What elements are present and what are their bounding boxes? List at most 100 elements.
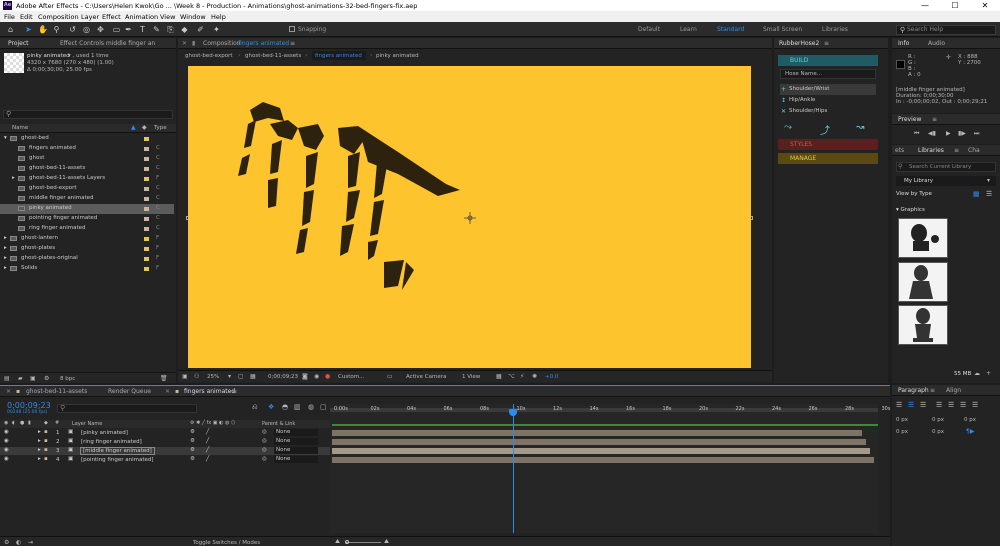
- expand-arrow-icon[interactable]: ▸: [4, 255, 7, 261]
- comp-layer-icon[interactable]: ▣: [68, 456, 73, 462]
- label-color-swatch[interactable]: [144, 247, 149, 251]
- label-color-swatch[interactable]: [144, 167, 149, 171]
- puppet-tool-icon[interactable]: ✦: [212, 25, 221, 34]
- label-color-swatch[interactable]: [144, 187, 149, 191]
- last-frame-icon[interactable]: ⏭: [974, 130, 979, 138]
- zoom-slider-track[interactable]: [345, 542, 381, 543]
- menu-help[interactable]: Help: [211, 13, 226, 21]
- quality-switch-icon[interactable]: ╱: [206, 429, 209, 435]
- add-content-icon[interactable]: +: [986, 370, 991, 377]
- expand-arrow-icon[interactable]: ▸: [38, 447, 41, 453]
- column-layer-name[interactable]: Layer Name: [72, 421, 102, 427]
- library-graphic-thumbnail[interactable]: [898, 305, 948, 345]
- play-icon[interactable]: ▶: [946, 130, 951, 137]
- justify-center-icon[interactable]: ☰: [948, 401, 954, 409]
- next-frame-icon[interactable]: ▮▶: [958, 130, 966, 137]
- tab-align[interactable]: Align: [946, 387, 961, 394]
- project-item[interactable]: ring finger animated C: [0, 224, 174, 234]
- space-before-value[interactable]: 0 px: [896, 429, 908, 435]
- space-after-value[interactable]: 0 px: [932, 429, 944, 435]
- hose-preset-bend-icon[interactable]: ⤴: [820, 122, 830, 137]
- project-item[interactable]: ghost C: [0, 154, 174, 164]
- grid-guides-icon[interactable]: ▦: [496, 373, 502, 380]
- tab-effect-controls[interactable]: Effect Controls middle finger an: [60, 40, 155, 47]
- trash-icon[interactable]: 🗑: [160, 375, 168, 382]
- tab-info[interactable]: Info: [898, 40, 909, 47]
- visibility-eye-icon[interactable]: ◉: [4, 429, 9, 435]
- parent-dropdown[interactable]: None: [274, 438, 318, 445]
- new-composition-icon[interactable]: ▣: [30, 375, 36, 382]
- tab-render-queue[interactable]: Render Queue: [108, 388, 151, 395]
- type-tool-icon[interactable]: T: [138, 25, 147, 34]
- maximize-button[interactable]: ☐: [940, 0, 970, 11]
- clone-stamp-tool-icon[interactable]: ⎘: [166, 25, 175, 34]
- styles-button[interactable]: STYLES: [778, 139, 878, 150]
- eraser-tool-icon[interactable]: ◆: [180, 25, 189, 34]
- shy-switch-icon[interactable]: ⚙: [190, 456, 195, 462]
- breadcrumb-ghost-bed-export[interactable]: ghost-bed-export: [185, 53, 233, 59]
- grid-view-icon[interactable]: ▦: [973, 190, 980, 198]
- layer-duration-bar[interactable]: [332, 439, 866, 445]
- project-item[interactable]: ghost-bed-11-assets C: [0, 164, 174, 174]
- minimize-button[interactable]: —: [910, 0, 940, 11]
- library-graphic-thumbnail[interactable]: [898, 262, 948, 302]
- timeline-layer-row[interactable]: ◉ ▸ ▪ ▣ ⚙ ╱ ◎ 3 [middle finger animated] None: [0, 447, 330, 455]
- resolution-icon[interactable]: ▾: [228, 373, 231, 380]
- roto-brush-tool-icon[interactable]: ✐: [196, 25, 205, 34]
- library-dropdown[interactable]: My Library: [896, 176, 996, 186]
- custom-view-dropdown[interactable]: Custom...: [338, 374, 364, 380]
- expand-arrow-icon[interactable]: ▸: [38, 456, 41, 462]
- timeline-search-input[interactable]: [57, 404, 197, 413]
- timeline-graph-area[interactable]: 0:00s 02s 04s 06s 08s 10s 12s 14s 16s 18s 20s 22s 24…: [330, 404, 890, 533]
- search-help-input[interactable]: Search Help: [896, 25, 996, 35]
- shy-switch-icon[interactable]: ⚙: [190, 447, 195, 453]
- label-color-swatch[interactable]: [144, 227, 149, 231]
- project-item[interactable]: pinky animated C: [0, 204, 174, 214]
- option-shoulder-wrist[interactable]: Shoulder/Wrist: [780, 84, 876, 95]
- timeline-layer-row[interactable]: ◉ ▸ ▪ ▣ ⚙ ╱ ◎ 1 [pinky animated] None: [0, 429, 330, 437]
- label-color-swatch[interactable]: [144, 257, 149, 261]
- panel-menu-icon[interactable]: ≡: [932, 116, 937, 123]
- option-hip-ankle[interactable]: Hip/Ankle: [780, 95, 876, 106]
- breadcrumb-pinky-animated[interactable]: pinky animated: [376, 53, 419, 59]
- label-color-icon[interactable]: ▪: [44, 456, 48, 462]
- composition-tab-name[interactable]: fingers animated: [238, 40, 289, 47]
- lock-icon[interactable]: ▮: [192, 40, 195, 47]
- composition-canvas[interactable]: [188, 66, 751, 368]
- parent-dropdown[interactable]: None: [274, 429, 318, 436]
- project-search-input[interactable]: [3, 110, 173, 119]
- layer-name[interactable]: [pinky animated]: [81, 430, 128, 436]
- expand-arrow-icon[interactable]: ▸: [38, 429, 41, 435]
- plus-icon[interactable]: +: [781, 86, 786, 93]
- zoom-dropdown[interactable]: 25%: [207, 374, 219, 380]
- justify-left-icon[interactable]: ☰: [936, 401, 942, 409]
- pick-whip-icon[interactable]: ◎: [262, 456, 267, 462]
- comp-layer-icon[interactable]: ▣: [68, 429, 73, 435]
- layer-name[interactable]: [ring finger animated]: [81, 439, 142, 445]
- settings-icon[interactable]: ⚙: [44, 375, 49, 382]
- layer-duration-bar[interactable]: [332, 430, 862, 436]
- comp-mini-flowchart-icon[interactable]: ⎌: [252, 403, 258, 412]
- tab-preview[interactable]: Preview: [898, 116, 921, 123]
- workspace-default[interactable]: Default: [638, 26, 660, 33]
- pen-tool-icon[interactable]: ✒: [124, 25, 133, 34]
- bit-depth-label[interactable]: 8 bpc: [60, 376, 75, 382]
- layer-name[interactable]: [pointing finger animated]: [81, 457, 154, 463]
- layer-duration-bar[interactable]: [332, 457, 874, 463]
- visibility-eye-icon[interactable]: ◉: [4, 447, 9, 453]
- menu-view[interactable]: View: [160, 13, 175, 21]
- camera-dropdown[interactable]: Active Camera: [406, 374, 446, 380]
- justify-all-icon[interactable]: ☰: [972, 401, 978, 409]
- comp-layer-icon[interactable]: ▣: [68, 438, 73, 444]
- panel-menu-icon[interactable]: ≡: [290, 40, 295, 47]
- mask-visibility-icon[interactable]: ⚇: [194, 373, 199, 380]
- panel-menu-icon[interactable]: ≡: [232, 388, 237, 395]
- selection-tool-icon[interactable]: ➤: [24, 25, 33, 34]
- shy-layers-icon[interactable]: ◓: [282, 403, 288, 411]
- transfer-controls-icon[interactable]: ◐: [16, 539, 21, 546]
- quality-switch-icon[interactable]: ╱: [206, 438, 209, 444]
- current-time-indicator[interactable]: [513, 404, 514, 533]
- view-layout-dropdown[interactable]: 1 View: [462, 374, 480, 380]
- first-frame-icon[interactable]: ⏮: [914, 130, 919, 138]
- justify-right-icon[interactable]: ☰: [960, 401, 966, 409]
